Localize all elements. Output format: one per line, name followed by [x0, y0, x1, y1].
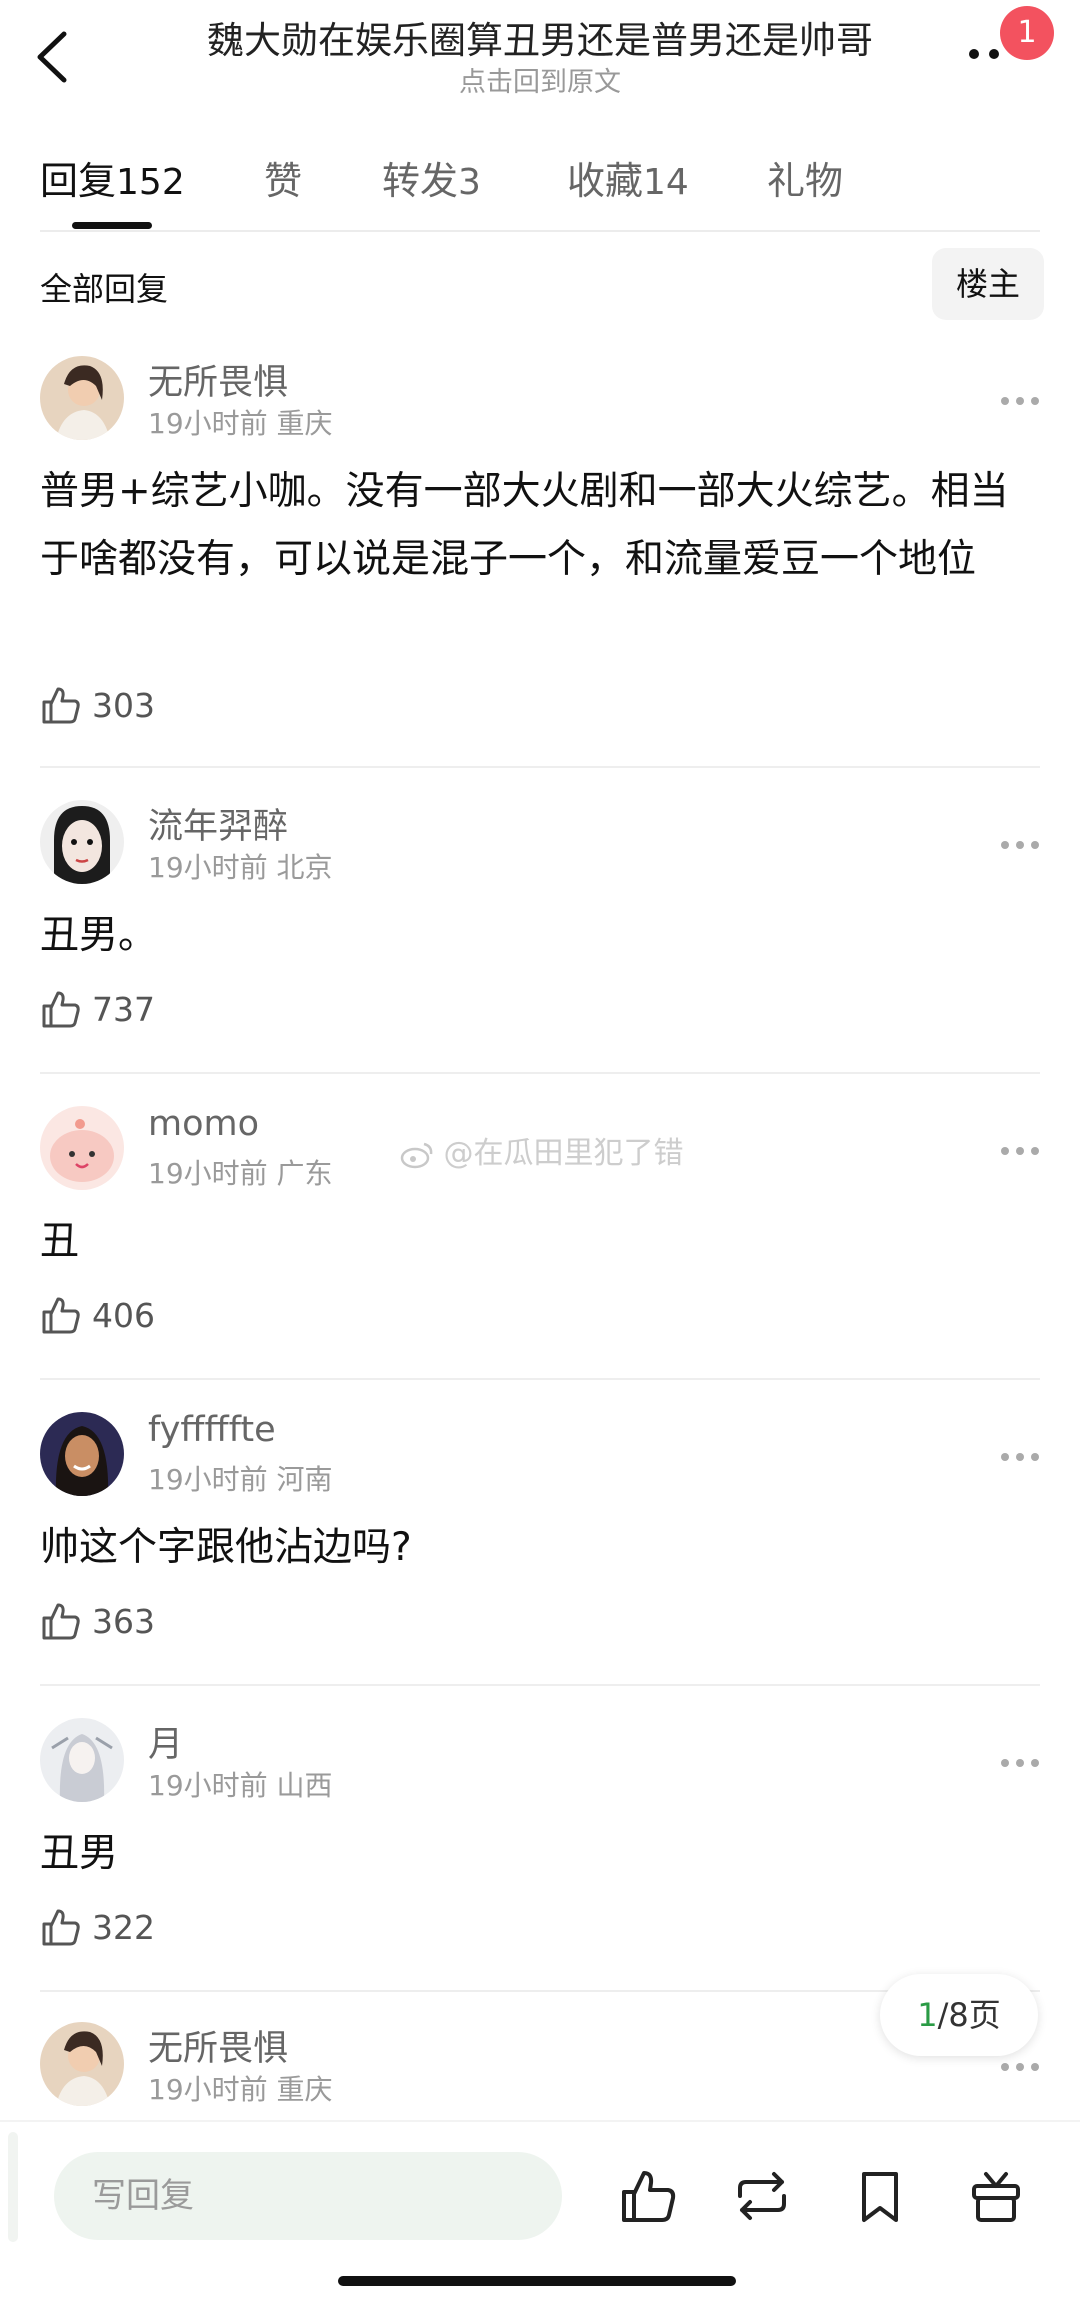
tab-favorites[interactable]: 收藏14: [567, 150, 689, 205]
thumbs-up-icon: [42, 687, 80, 724]
more-dots-icon: [1001, 397, 1039, 405]
tab-likes[interactable]: 赞: [264, 150, 302, 205]
divider: [0, 2120, 1080, 2122]
divider: [40, 1072, 1040, 1074]
divider: [40, 766, 1040, 768]
username[interactable]: momo: [148, 1104, 259, 1144]
like-post-button[interactable]: [618, 2166, 678, 2226]
comment-more-button[interactable]: [1000, 1754, 1040, 1767]
username[interactable]: 无所畏惧: [148, 2020, 288, 2071]
avatar[interactable]: [40, 2022, 124, 2106]
comment-more-button[interactable]: [1000, 392, 1040, 405]
tab-replies[interactable]: 回复152: [40, 150, 185, 205]
divider: [40, 1684, 1040, 1686]
top-bar: 魏大勋在娱乐圈算丑男还是普男还是帅哥 点击回到原文 1: [0, 0, 1080, 120]
divider: [40, 230, 1040, 232]
thumbs-up-icon: [42, 991, 80, 1028]
comment-more-button[interactable]: [1000, 1142, 1040, 1155]
comment-text: 丑男。: [40, 913, 158, 958]
more-dots-icon: [1001, 1759, 1039, 1767]
thumbs-up-icon: [42, 1297, 80, 1334]
gift-button[interactable]: [966, 2166, 1026, 2226]
back-to-original-link[interactable]: 点击回到原文: [150, 60, 930, 99]
bottom-action-bar: 写回复: [0, 2120, 1080, 2300]
comment-text: 丑: [40, 1219, 80, 1264]
op-only-filter-button[interactable]: 楼主: [932, 248, 1044, 320]
repost-button[interactable]: [732, 2166, 792, 2226]
username[interactable]: 无所畏惧: [148, 354, 288, 405]
more-dots-icon: [1001, 2063, 1039, 2071]
avatar[interactable]: [40, 800, 124, 884]
like-count: 303: [92, 686, 155, 725]
username[interactable]: fyfffffte: [148, 1410, 276, 1450]
comment-more-button[interactable]: [1000, 836, 1040, 849]
section-title: 全部回复: [40, 270, 169, 308]
avatar[interactable]: [40, 356, 124, 440]
avatar[interactable]: [40, 1106, 124, 1190]
active-tab-indicator: [72, 222, 152, 229]
comment-meta: 19小时前 重庆: [148, 2073, 333, 2106]
more-dots-icon: [1001, 1147, 1039, 1155]
comment-text: 帅这个字跟他沾边吗?: [40, 1525, 412, 1570]
tab-gifts[interactable]: 礼物: [767, 150, 843, 205]
weibo-logo-icon: [400, 1142, 433, 1168]
username[interactable]: 流年羿醉: [148, 798, 288, 849]
like-count: 406: [92, 1296, 155, 1335]
home-indicator: [338, 2276, 736, 2286]
bookmark-button[interactable]: [850, 2166, 910, 2226]
comment-meta: 19小时前 重庆: [148, 407, 333, 440]
comment-text: 普男+综艺小咖。没有一部大火剧和一部大火综艺。相当于啥都没有，可以说是混子一个，…: [40, 469, 1009, 582]
like-count: 737: [92, 990, 155, 1029]
comment-text: 丑男: [40, 1831, 119, 1876]
username[interactable]: 月: [148, 1716, 183, 1767]
page-indicator-button[interactable]: 1/8页: [880, 1974, 1038, 2056]
thumbs-up-icon: [42, 1909, 80, 1946]
thumbs-up-icon: [622, 2171, 676, 2222]
tab-reposts[interactable]: 转发3: [382, 150, 481, 205]
like-count: 322: [92, 1908, 155, 1947]
comment-more-button[interactable]: [1000, 1448, 1040, 1461]
reply-input[interactable]: 写回复: [54, 2152, 562, 2240]
comment-meta: 19小时前 河南: [148, 1463, 333, 1496]
avatar[interactable]: [40, 1718, 124, 1802]
more-dots-icon: [1001, 1453, 1039, 1461]
comment-meta: 19小时前 山西: [148, 1769, 333, 1802]
chevron-left-icon: [37, 31, 67, 83]
avatar[interactable]: [40, 1412, 124, 1496]
divider: [40, 1378, 1040, 1380]
watermark: @在瓜田里犯了错: [400, 1128, 684, 1172]
back-button[interactable]: [30, 22, 90, 88]
bookmark-icon: [862, 2172, 898, 2222]
comment-meta: 19小时前 广东: [148, 1157, 333, 1190]
more-dots-icon: [1001, 841, 1039, 849]
comment-more-button[interactable]: [1000, 2058, 1040, 2071]
post-title[interactable]: 魏大勋在娱乐圈算丑男还是普男还是帅哥: [150, 10, 930, 64]
like-count: 363: [92, 1602, 155, 1641]
gift-icon: [972, 2172, 1020, 2222]
tab-bar: 回复152 赞 转发3 收藏14 礼物: [0, 140, 1080, 232]
thumbs-up-icon: [42, 1603, 80, 1640]
comment-meta: 19小时前 北京: [148, 851, 333, 884]
repost-icon: [738, 2172, 786, 2220]
edge-handle: [8, 2132, 18, 2242]
notification-badge: 1: [1000, 6, 1054, 60]
